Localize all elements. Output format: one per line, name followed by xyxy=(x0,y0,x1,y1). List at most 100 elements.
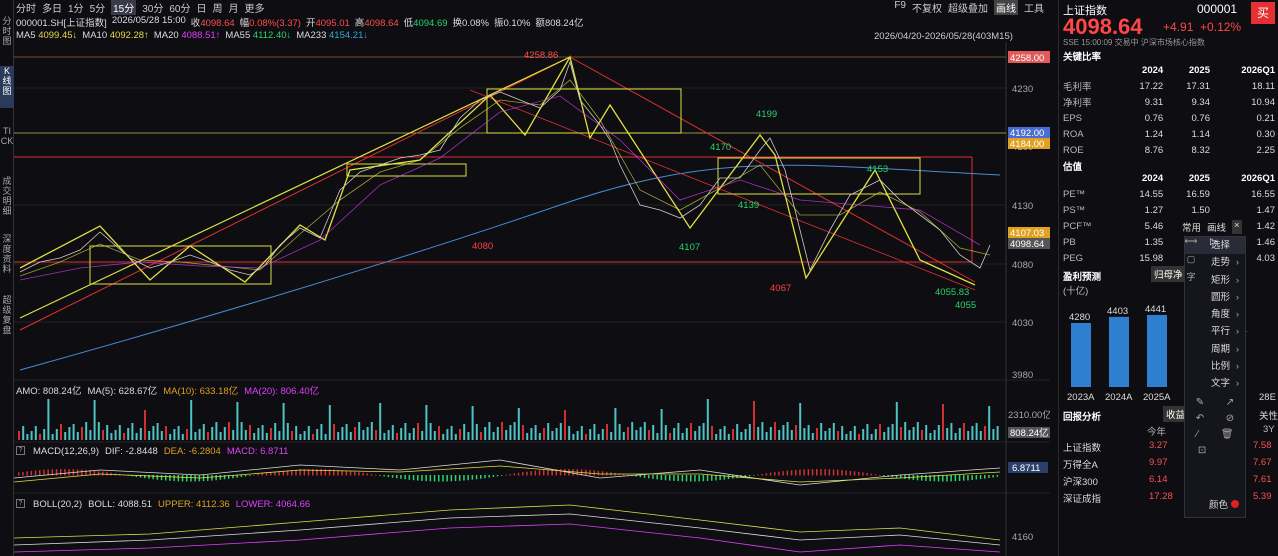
forecast-tab[interactable]: 归母净 xyxy=(1151,266,1186,282)
amo-bar xyxy=(946,428,949,440)
forecast-title: 盈利预测 xyxy=(1063,272,1102,283)
amo-bar xyxy=(757,427,760,440)
returns-3y: 7.61 xyxy=(1253,474,1272,485)
arrow-icon[interactable]: ↗ xyxy=(1226,397,1234,413)
amo-bar xyxy=(559,423,562,440)
macd-bar xyxy=(988,475,990,479)
boll-lower: LOWER: 4064.66 xyxy=(235,499,311,510)
amo-bar xyxy=(908,430,911,440)
forecast-bar-label: 2025A xyxy=(1143,392,1171,403)
macd-bar xyxy=(774,472,776,476)
menu-item-ratio[interactable]: 比例 › xyxy=(1185,358,1245,375)
macd-bar xyxy=(496,475,499,477)
amo-bar xyxy=(790,430,793,440)
amo-bar xyxy=(223,427,226,440)
pencil-icon[interactable]: ✎ xyxy=(1196,397,1204,413)
menu-item-angle[interactable]: 角度 › xyxy=(1185,306,1245,323)
macd-bar xyxy=(64,469,66,476)
tab-draw-line[interactable]: 画线 xyxy=(1207,220,1226,234)
cursor-icon[interactable]: ⟷ xyxy=(1184,236,1198,254)
menu-item-text[interactable]: 文字 › xyxy=(1185,375,1245,392)
amo-bar xyxy=(984,426,986,440)
help-icon[interactable]: ? xyxy=(16,446,25,455)
amo-bar xyxy=(547,423,550,440)
amo-bar xyxy=(207,432,209,440)
amo-bar xyxy=(538,433,541,440)
amo-bar xyxy=(110,433,113,440)
returns-col: 今年 xyxy=(1147,427,1167,438)
macd-dea: DEA: -6.2804 xyxy=(163,446,221,457)
amo-bar xyxy=(748,424,751,440)
macd-bar xyxy=(505,474,507,476)
close-icon[interactable]: × xyxy=(1232,220,1242,234)
macd-bar xyxy=(375,474,377,476)
amo-bar xyxy=(425,405,428,440)
amo-bar xyxy=(992,429,995,440)
amo-bar xyxy=(337,432,340,440)
amo-label: AMO: xyxy=(16,386,41,397)
macd-bar xyxy=(870,473,873,476)
amo-bar xyxy=(480,432,482,440)
color-picker[interactable]: 颜色 xyxy=(1209,497,1239,511)
macd-bar xyxy=(685,475,688,482)
menu-item-cycle[interactable]: 周期 › xyxy=(1185,341,1245,358)
amo-bar xyxy=(958,428,961,440)
macd-bar xyxy=(501,475,503,476)
square-icon[interactable]: ▢ xyxy=(1184,254,1198,270)
macd-bar xyxy=(517,472,520,476)
amo-bar xyxy=(39,434,41,440)
amo-bar xyxy=(433,431,436,440)
amo-bar xyxy=(412,428,415,440)
macd-bar xyxy=(958,475,961,481)
amo-bar xyxy=(622,432,625,440)
menu-item-parallel[interactable]: 平行 › xyxy=(1185,323,1245,340)
brush-icon[interactable]: ∕ xyxy=(1196,429,1198,445)
help-icon[interactable]: ? xyxy=(16,499,25,508)
amo-bar xyxy=(883,432,886,440)
menu-label: 矩形 xyxy=(1211,274,1231,286)
menu-item-circle[interactable]: 圆形 › xyxy=(1185,289,1245,306)
amo-bar xyxy=(895,402,898,440)
ratios-table: 2024 2025 2026Q1 毛利率 17.22 17.31 18.11 净利率 9.3… xyxy=(1063,62,1277,158)
hide-icon[interactable]: ⊘ xyxy=(1226,413,1234,429)
amo-bar xyxy=(904,422,907,440)
select-arrow-icon: ▷ xyxy=(1210,236,1217,246)
undo-icon[interactable]: ↶ xyxy=(1196,413,1204,429)
lock-icon[interactable]: ⊡ xyxy=(1198,445,1206,461)
change-abs: +4.91 xyxy=(1163,20,1194,34)
trash-icon[interactable]: 🗑 xyxy=(1221,429,1234,445)
macd-bar xyxy=(807,469,810,476)
amo-bar xyxy=(509,425,512,440)
kline-chart[interactable]: 4258.86 4080 4107 4170 4199 4139 4153 40… xyxy=(0,0,1050,556)
macd-bar xyxy=(454,475,457,482)
macd-bar xyxy=(845,470,847,476)
buy-button[interactable]: 买 xyxy=(1251,2,1275,24)
tab-common[interactable]: 常用 xyxy=(1182,220,1201,234)
annotation-4107: 4107 xyxy=(679,242,700,253)
forecast-bar xyxy=(1071,323,1091,387)
amo-bar xyxy=(568,426,571,440)
macd-bar xyxy=(853,471,856,476)
macd-bar xyxy=(404,475,406,480)
amo-bar xyxy=(240,422,243,440)
macd-bar xyxy=(543,469,545,476)
returns-name: 上证指数 xyxy=(1063,443,1102,454)
amo-bar xyxy=(778,430,781,440)
amo-bar xyxy=(786,422,789,440)
amo-bar xyxy=(648,430,650,440)
amo-bar xyxy=(307,426,310,440)
macd-bar xyxy=(803,469,805,476)
amo-bar xyxy=(736,424,739,440)
table-row: 毛利率 17.22 17.31 18.11 xyxy=(1063,80,1275,94)
text-icon[interactable]: 字 xyxy=(1184,270,1198,286)
macd-bar xyxy=(643,475,646,478)
macd-bar xyxy=(55,469,58,476)
macd-bar xyxy=(450,475,453,482)
returns-value: 17.28 xyxy=(1149,491,1173,502)
amo-bar xyxy=(34,426,37,440)
amo-bar xyxy=(60,424,62,440)
amo-bar xyxy=(131,423,134,440)
amo-bar xyxy=(295,426,298,440)
macd-bar xyxy=(18,472,20,476)
returns-name: 沪深300 xyxy=(1063,477,1098,488)
